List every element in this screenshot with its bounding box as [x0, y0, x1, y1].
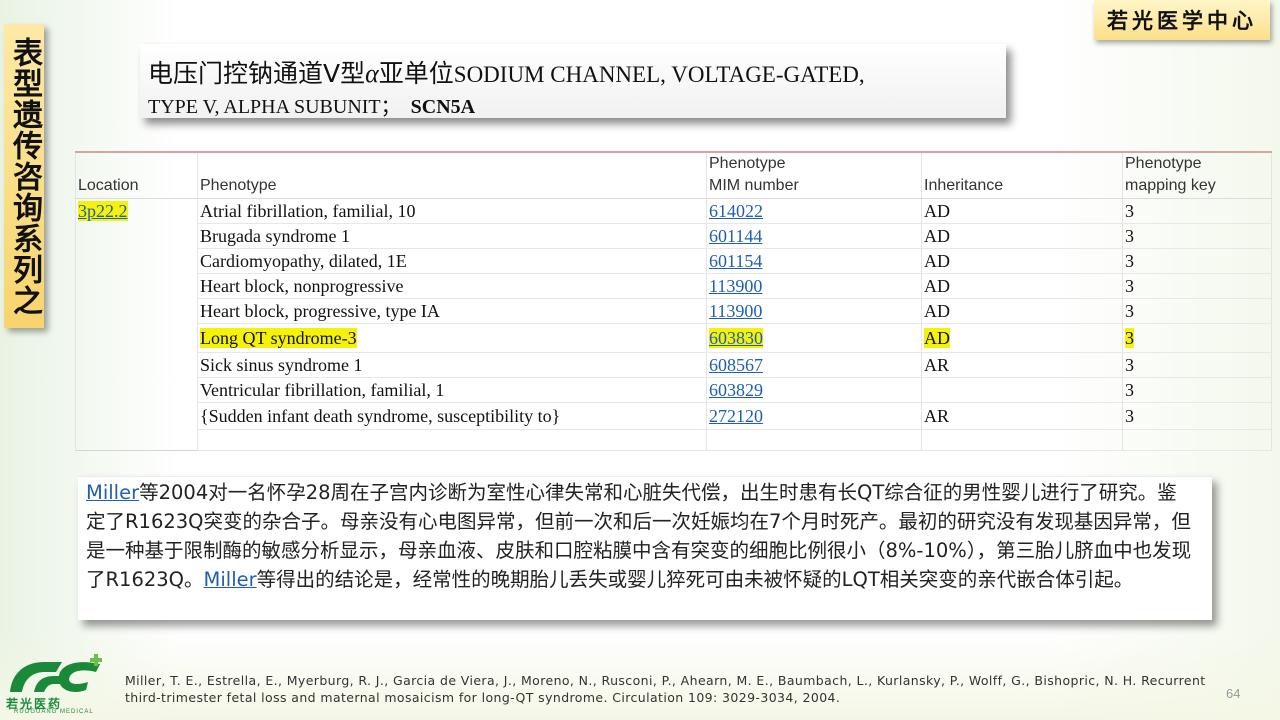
header-location: Location — [75, 152, 198, 199]
table-header-row: Location Phenotype Phenotype MIM number I… — [75, 152, 1272, 199]
location-cell: 3p22.2 — [75, 198, 198, 451]
phenotype-cell: Long QT syndrome-3 — [197, 323, 707, 353]
title-line-1: 电压门控钠通道V型α亚单位SODIUM CHANNEL, VOLTAGE-GAT… — [148, 54, 865, 90]
slide-title-box: 电压门控钠通道V型α亚单位SODIUM CHANNEL, VOLTAGE-GAT… — [140, 44, 1006, 118]
phenotype-cell: Cardiomyopathy, dilated, 1E — [197, 248, 707, 274]
phenotype-cell: Sick sinus syndrome 1 — [197, 352, 707, 378]
title-chinese-2: 亚单位 — [378, 59, 454, 88]
highlighted-inheritance: AD — [924, 328, 950, 348]
brand-badge: 若光医学中心 — [1094, 0, 1270, 40]
mim-cell: 608567 — [706, 352, 922, 378]
inheritance-cell: AD — [921, 198, 1123, 224]
title-chinese: 电压门控钠通道V型 — [148, 59, 366, 88]
title-english-1: SODIUM CHANNEL, VOLTAGE-GATED, — [453, 62, 865, 87]
header-inheritance: Inheritance — [921, 152, 1123, 199]
mapping-key-cell: 3 — [1122, 352, 1272, 378]
header-phenotype: Phenotype — [197, 152, 707, 199]
location-link[interactable]: 3p22.2 — [78, 201, 128, 221]
header-mim-number: Phenotype MIM number — [706, 152, 922, 199]
mapping-key-cell: 3 — [1122, 402, 1272, 430]
mapping-key-cell: 3 — [1122, 198, 1272, 224]
mim-link[interactable]: 601144 — [709, 226, 762, 246]
inheritance-cell: AD — [921, 273, 1123, 299]
logo-subtitle: RUOGUANG MEDICAL — [14, 709, 94, 715]
mapping-key-cell: 3 — [1122, 223, 1272, 249]
phenotype-cell: Heart block, nonprogressive — [197, 273, 707, 299]
table-spacer-row — [76, 429, 1272, 451]
series-tab: 表型遗传咨询系列之 — [4, 24, 44, 328]
miller-link-1[interactable]: Miller — [86, 481, 139, 504]
mapping-key-cell: 3 — [1122, 273, 1272, 299]
mim-link[interactable]: 603830 — [709, 328, 763, 348]
mim-link[interactable]: 113900 — [709, 276, 762, 296]
mim-link[interactable]: 272120 — [709, 406, 763, 426]
mim-link[interactable]: 113900 — [709, 301, 762, 321]
table-row: Heart block, nonprogressive 113900 AD 3 — [76, 273, 1272, 299]
inheritance-cell — [921, 377, 1123, 403]
mim-link[interactable]: 614022 — [709, 201, 763, 221]
mapping-key-cell: 3 — [1122, 298, 1272, 324]
mim-cell: 113900 — [706, 298, 922, 324]
description-box: Miller等2004对一名怀孕28周在子宫内诊断为室性心律失常和心脏失代偿，出… — [78, 476, 1212, 620]
highlighted-phenotype: Long QT syndrome-3 — [200, 328, 357, 348]
mapping-key-cell: 3 — [1122, 248, 1272, 274]
phenotype-cell: Heart block, progressive, type IA — [197, 298, 707, 324]
inheritance-cell: AD — [921, 298, 1123, 324]
page-number: 64 — [1226, 686, 1241, 701]
phenotype-cell: Ventricular fibrillation, familial, 1 — [197, 377, 707, 403]
title-line-2: TYPE V, ALPHA SUBUNIT； SCN5A — [148, 90, 475, 119]
table-row: Sick sinus syndrome 1 608567 AR 3 — [76, 352, 1272, 378]
miller-link-2[interactable]: Miller — [204, 568, 257, 591]
phenotype-cell: Atrial fibrillation, familial, 10 — [197, 198, 707, 224]
inheritance-cell: AD — [921, 323, 1123, 353]
table-row: Ventricular fibrillation, familial, 1 60… — [76, 377, 1272, 403]
phenotype-cell: {Sudden infant death syndrome, susceptib… — [197, 402, 707, 430]
mapping-key-cell: 3 — [1122, 323, 1272, 353]
phenotype-cell: Brugada syndrome 1 — [197, 223, 707, 249]
table-row: {Sudden infant death syndrome, susceptib… — [76, 402, 1272, 430]
mapping-key-cell: 3 — [1122, 377, 1272, 403]
inheritance-cell: AR — [921, 402, 1123, 430]
mim-cell: 603829 — [706, 377, 922, 403]
title-english-2: TYPE V, ALPHA SUBUNIT； — [148, 96, 401, 118]
table-row: Cardiomyopathy, dilated, 1E 601154 AD 3 — [76, 248, 1272, 274]
highlighted-mapping-key: 3 — [1125, 328, 1134, 348]
description-paragraph: Miller等2004对一名怀孕28周在子宫内诊断为室性心律失常和心脏失代偿，出… — [86, 478, 1196, 594]
title-alpha-symbol: α — [365, 59, 379, 88]
gene-symbol: SCN5A — [410, 96, 476, 118]
description-text-2: 等得出的结论是，经常性的晚期胎儿丢失或婴儿猝死可由未被怀疑的LQT相关突变的亲代… — [256, 568, 1134, 591]
table-row-highlighted: Long QT syndrome-3 603830 AD 3 — [76, 323, 1272, 353]
mim-link[interactable]: 603829 — [709, 380, 763, 400]
mim-cell: 113900 — [706, 273, 922, 299]
mim-link[interactable]: 601154 — [709, 251, 762, 271]
mim-cell: 614022 — [706, 198, 922, 224]
mim-cell: 603830 — [706, 323, 922, 353]
inheritance-cell: AD — [921, 223, 1123, 249]
mim-cell: 272120 — [706, 402, 922, 430]
phenotype-table: Location Phenotype Phenotype MIM number I… — [75, 151, 1272, 451]
header-mapping-key: Phenotype mapping key — [1122, 152, 1272, 199]
table-row: 3p22.2 Atrial fibrillation, familial, 10… — [75, 198, 1272, 451]
mim-cell: 601154 — [706, 248, 922, 274]
mim-cell: 601144 — [706, 223, 922, 249]
table-row: Heart block, progressive, type IA 113900… — [76, 298, 1272, 324]
mim-link[interactable]: 608567 — [709, 355, 763, 375]
inheritance-cell: AR — [921, 352, 1123, 378]
reference-citation: Miller, T. E., Estrella, E., Myerburg, R… — [125, 673, 1206, 705]
series-tab-label: 表型遗传咨询系列之 — [7, 36, 42, 316]
table-row: Brugada syndrome 1 601144 AD 3 — [76, 223, 1272, 249]
inheritance-cell: AD — [921, 248, 1123, 274]
